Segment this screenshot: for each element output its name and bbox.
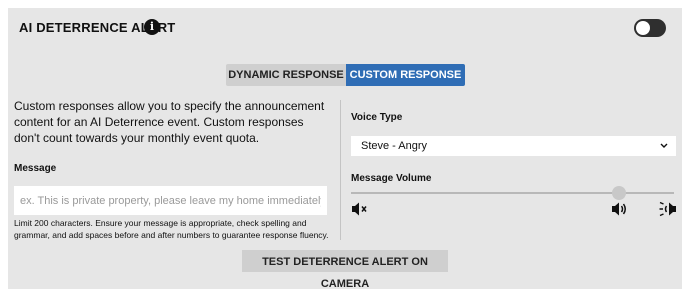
ai-deterrence-panel: AI DETERRENCE ALERT i DYNAMIC RESPONSE C…: [8, 8, 682, 290]
info-icon[interactable]: i: [144, 19, 160, 35]
custom-response-description: Custom responses allow you to specify th…: [14, 99, 325, 145]
volume-icon[interactable]: [611, 201, 629, 217]
volume-slider-thumb[interactable]: [612, 186, 627, 200]
response-tabs: DYNAMIC RESPONSE CUSTOM RESPONSE: [226, 64, 465, 86]
volume-slider[interactable]: [351, 186, 674, 200]
alert-toggle[interactable]: [634, 19, 666, 37]
tab-dynamic-response[interactable]: DYNAMIC RESPONSE: [226, 64, 346, 86]
message-volume-label: Message Volume: [351, 173, 432, 184]
toggle-knob: [636, 21, 650, 35]
tab-custom-response[interactable]: CUSTOM RESPONSE: [346, 64, 465, 86]
column-divider: [340, 100, 341, 240]
mute-icon[interactable]: [351, 201, 369, 217]
message-hint: Limit 200 characters. Ensure your messag…: [14, 218, 329, 240]
message-input[interactable]: [14, 186, 327, 215]
voice-type-value: Steve - Angry: [361, 140, 428, 152]
message-label: Message: [14, 163, 57, 174]
test-alert-button[interactable]: TEST DETERRENCE ALERT ON CAMERA: [242, 250, 448, 290]
chevron-down-icon: [660, 136, 668, 163]
voice-type-label: Voice Type: [351, 112, 403, 123]
voice-type-select[interactable]: Steve - Angry: [351, 136, 676, 156]
volume-max-icon[interactable]: [659, 201, 677, 217]
